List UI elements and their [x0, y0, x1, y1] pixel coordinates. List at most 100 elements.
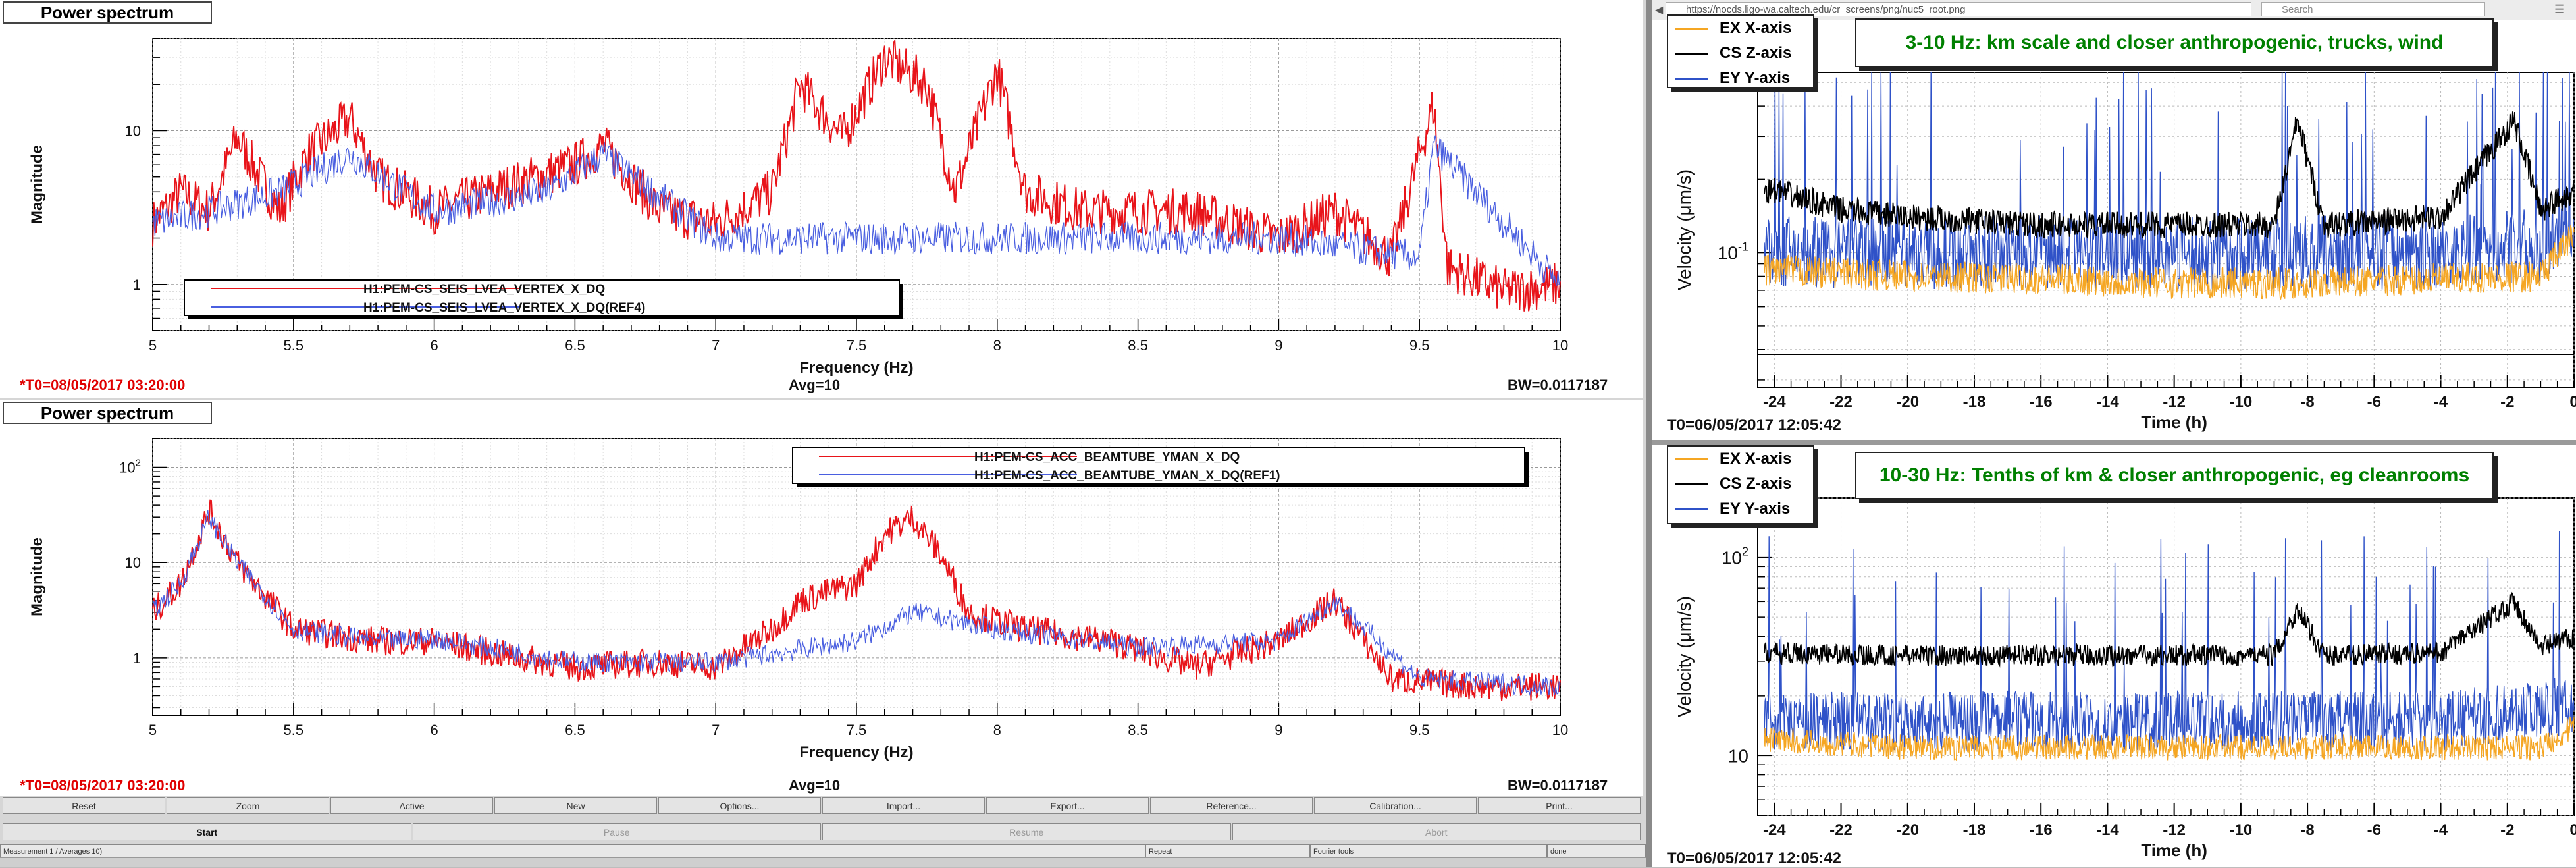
- x-tick-label: 5.5: [284, 337, 304, 354]
- status-repeat: Repeat: [1145, 844, 1310, 857]
- legend-label: H1:PEM-CS_ACC_BEAMTUBE_YMAN_X_DQ: [974, 450, 1240, 464]
- x-tick-label: -20: [1896, 821, 1919, 839]
- legend-swatch-blue: [1675, 77, 1708, 80]
- x-tick-label: 7: [712, 722, 720, 738]
- x-tick-label: 9.5: [1409, 722, 1430, 738]
- reset-button[interactable]: Reset: [3, 797, 165, 814]
- status-fourier: Fourier tools: [1310, 844, 1547, 857]
- search-input[interactable]: Search: [2261, 2, 2485, 16]
- x-tick-label: -4: [2434, 393, 2448, 411]
- avg-label: Avg=10: [789, 777, 841, 794]
- x-tick-label: 6.5: [565, 337, 585, 354]
- start-button[interactable]: Start: [3, 823, 411, 840]
- legend-item: EY Y-axis: [1668, 66, 1813, 91]
- x-tick-label: 6.5: [565, 722, 585, 738]
- legend-swatch-black: [1675, 52, 1708, 55]
- x-tick-label: -22: [1829, 393, 1853, 411]
- active-button[interactable]: Active: [330, 797, 493, 814]
- x-tick-label: 9.5: [1409, 337, 1430, 354]
- back-icon[interactable]: ◀: [1655, 3, 1663, 16]
- y-axis-label: Velocity (μm/s): [1674, 596, 1695, 717]
- y-tick-label: 10: [1728, 746, 1748, 766]
- legend-item: EX X-axis: [1668, 16, 1813, 41]
- x-tick-label: -20: [1896, 393, 1919, 411]
- x-tick-label: -14: [2096, 393, 2119, 411]
- x-tick-label: -8: [2300, 393, 2314, 411]
- x-tick-label: 9: [1275, 337, 1282, 354]
- legend: EX X-axis CS Z-axis EY Y-axis: [1667, 14, 1814, 88]
- x-tick-label: 5: [149, 337, 157, 354]
- abort-button[interactable]: Abort: [1232, 823, 1641, 840]
- legend-label: H1:PEM-CS_ACC_BEAMTUBE_YMAN_X_DQ(REF1): [974, 469, 1280, 483]
- browser-menu-icon[interactable]: ☰: [2554, 3, 2565, 16]
- legend-item: CS Z-axis: [1668, 41, 1813, 66]
- legend-item: CS Z-axis: [1668, 472, 1813, 497]
- toolbar: Reset Zoom Active New Options... Import.…: [3, 797, 1642, 814]
- x-tick-label: -10: [2230, 821, 2253, 839]
- legend-label: H1:PEM-CS_SEIS_LVEA_VERTEX_X_DQ: [363, 283, 605, 296]
- taskbar: [0, 857, 1646, 867]
- options-button[interactable]: Options...: [658, 797, 821, 814]
- x-tick-label: 10: [1552, 722, 1568, 738]
- x-tick-label: -2: [2500, 821, 2514, 839]
- y-tick-label: 1: [133, 277, 141, 293]
- x-axis-label: Frequency (Hz): [799, 744, 913, 761]
- x-tick-label: 5.5: [284, 722, 304, 738]
- legend-swatch-orange: [1675, 27, 1708, 30]
- y-axis-label: Magnitude: [28, 537, 46, 616]
- x-tick-label: 10: [1552, 337, 1568, 354]
- x-tick-label: 6: [430, 337, 438, 354]
- avg-label: Avg=10: [789, 377, 841, 393]
- x-tick-label: 9: [1275, 722, 1282, 738]
- legend-item: EX X-axis: [1668, 447, 1813, 472]
- legend-swatch-orange: [1675, 458, 1708, 460]
- y-tick-label: 102: [1722, 545, 1748, 568]
- x-tick-label: -16: [2030, 393, 2053, 411]
- pause-button[interactable]: Pause: [412, 823, 821, 840]
- x-tick-label: -18: [1963, 821, 1986, 839]
- status-done: done: [1547, 844, 1646, 857]
- x-tick-label: -24: [1763, 821, 1786, 839]
- x-tick-label: -24: [1763, 393, 1786, 411]
- x-axis-label: Frequency (Hz): [799, 359, 913, 377]
- status-measurement: Measurement 1 / Averages 10): [0, 844, 1145, 857]
- measurement-controls: Start Pause Resume Abort: [3, 823, 1642, 840]
- x-tick-label: 0: [2569, 821, 2576, 839]
- x-tick-label: -12: [2163, 821, 2186, 839]
- export-button[interactable]: Export...: [986, 797, 1149, 814]
- t0-label: T0=06/05/2017 12:05:42: [1667, 416, 1841, 434]
- y-tick-label: 10-1: [1718, 240, 1748, 263]
- resume-button[interactable]: Resume: [822, 823, 1231, 840]
- reference-button[interactable]: Reference...: [1150, 797, 1313, 814]
- x-tick-label: -12: [2163, 393, 2186, 411]
- t0-label: *T0=08/05/2017 03:20:00: [20, 777, 186, 794]
- calibration-button[interactable]: Calibration...: [1314, 797, 1477, 814]
- import-button[interactable]: Import...: [822, 797, 985, 814]
- new-button[interactable]: New: [494, 797, 657, 814]
- x-tick-label: -14: [2096, 821, 2119, 839]
- x-axis-label: Time (h): [2141, 840, 2207, 860]
- legend-item: EY Y-axis: [1668, 497, 1813, 522]
- print-button[interactable]: Print...: [1478, 797, 1641, 814]
- x-tick-label: 7: [712, 337, 720, 354]
- chart-title: 10-30 Hz: Tenths of km & closer anthropo…: [1855, 452, 2494, 499]
- legend: EX X-axis CS Z-axis EY Y-axis: [1667, 445, 1814, 524]
- x-tick-label: 8: [993, 337, 1001, 354]
- bw-label: BW=0.0117187: [1508, 777, 1608, 794]
- y-tick-label: 102: [119, 458, 141, 476]
- left-window: Power spectrum 5 5.5 6 6.5 7 7.5 8 8.5 9 9.5 10 1 10…: [0, 0, 1646, 867]
- x-tick-label: 8.5: [1128, 722, 1148, 738]
- y-axis-label: Velocity (μm/s): [1674, 169, 1695, 290]
- y-axis-label: Magnitude: [28, 145, 46, 224]
- y-tick-label: 10: [125, 555, 141, 571]
- spectrum-chart-2[interactable]: 5 5.5 6 6.5 7 7.5 8 8.5 9 9.5 10 1 10 102 Frequency (H…: [0, 400, 1646, 796]
- x-axis-label: Time (h): [2141, 412, 2207, 432]
- spectrum-chart-1[interactable]: 5 5.5 6 6.5 7 7.5 8 8.5 9 9.5 10 1 10 Frequency (Hz) M…: [0, 0, 1646, 395]
- zoom-button[interactable]: Zoom: [167, 797, 329, 814]
- x-tick-label: -6: [2367, 821, 2381, 839]
- x-tick-label: 7.5: [847, 337, 867, 354]
- x-tick-label: 8.5: [1128, 337, 1148, 354]
- x-tick-label: -6: [2367, 393, 2381, 411]
- x-tick-label: -22: [1829, 821, 1853, 839]
- x-tick-label: -4: [2434, 821, 2448, 839]
